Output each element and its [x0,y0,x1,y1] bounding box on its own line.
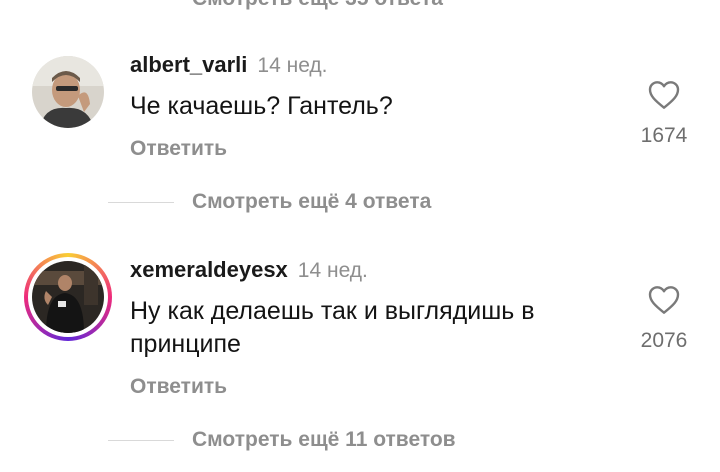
story-ring[interactable] [24,253,112,341]
avatar [32,261,104,333]
avatar-photo [32,261,104,333]
view-more-replies-button[interactable]: Смотреть ещё 11 ответов [108,428,456,452]
comment-text: Ну как делаешь так и выглядишь в принцип… [130,297,535,358]
reply-button[interactable]: Ответить [130,137,610,161]
view-more-replies-button[interactable]: Смотреть ещё 4 ответа [108,190,431,214]
like-button[interactable]: 1674 [632,80,696,148]
like-count: 2076 [640,329,688,352]
comment-text: Че качаешь? Гантель? [130,92,393,120]
like-button[interactable]: 2076 [632,285,696,353]
avatar[interactable] [32,56,104,128]
username[interactable]: albert_varli [130,52,247,78]
divider [108,201,174,203]
view-more-replies-button[interactable]: Смотреть ещё 35 ответа [108,0,443,11]
username[interactable]: xemeraldeyesx [130,257,288,283]
view-more-label: Смотреть ещё 35 ответа [192,0,443,11]
avatar-photo [32,56,104,128]
reply-button[interactable]: Ответить [130,375,610,399]
view-more-label: Смотреть ещё 11 ответов [192,428,456,451]
divider [108,439,174,441]
like-count: 1674 [640,124,688,147]
timestamp: 14 нед. [297,259,368,282]
heart-icon [648,286,680,314]
heart-icon [648,81,680,109]
timestamp: 14 нед. [257,54,328,77]
view-more-label: Смотреть ещё 4 ответа [192,190,432,213]
